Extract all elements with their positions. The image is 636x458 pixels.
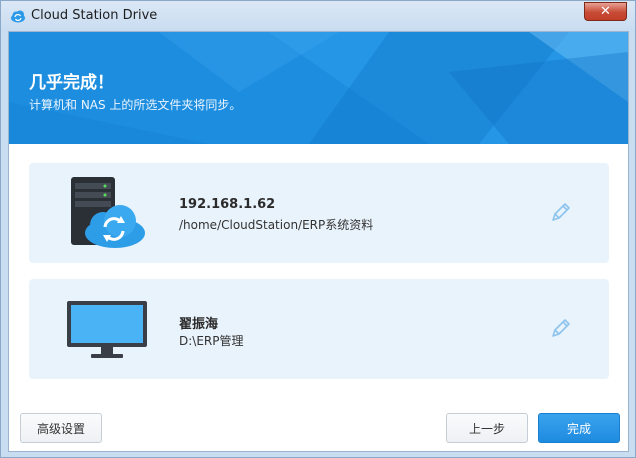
page-subtitle: 计算机和 NAS 上的所选文件夹将同步。: [29, 98, 242, 112]
header-banner: 几乎完成！ 计算机和 NAS 上的所选文件夹将同步。: [9, 32, 628, 144]
computer-name: 翟振海: [179, 317, 219, 332]
app-window: Cloud Station Drive ✕ 几乎完成！ 计算机和 NAS 上的所…: [0, 0, 636, 458]
nas-address: 192.168.1.62: [179, 197, 276, 212]
page-title: 几乎完成！: [29, 73, 114, 93]
close-button[interactable]: ✕: [584, 2, 627, 21]
nas-sync-icon: [71, 177, 145, 248]
finish-button[interactable]: 完成: [538, 413, 620, 443]
previous-button[interactable]: 上一步: [446, 413, 528, 443]
nas-folder-path: /home/CloudStation/ERP系统资料: [179, 218, 374, 232]
advanced-settings-button[interactable]: 高级设置: [20, 413, 102, 443]
computer-monitor-icon: [67, 301, 147, 358]
window-title: Cloud Station Drive: [31, 8, 158, 23]
edit-pencil-icon[interactable]: [548, 317, 572, 341]
edit-pencil-icon[interactable]: [548, 201, 572, 225]
close-icon: ✕: [600, 4, 611, 19]
computer-folder-card: 翟振海 D:\ERP管理: [29, 279, 609, 379]
computer-folder-path: D:\ERP管理: [179, 334, 244, 348]
title-bar[interactable]: Cloud Station Drive ✕: [1, 1, 635, 31]
wizard-content: 几乎完成！ 计算机和 NAS 上的所选文件夹将同步。 192.168.1.62: [8, 31, 629, 452]
cloud-app-icon: [11, 10, 25, 23]
nas-folder-card: 192.168.1.62 /home/CloudStation/ERP系统资料: [29, 163, 609, 263]
